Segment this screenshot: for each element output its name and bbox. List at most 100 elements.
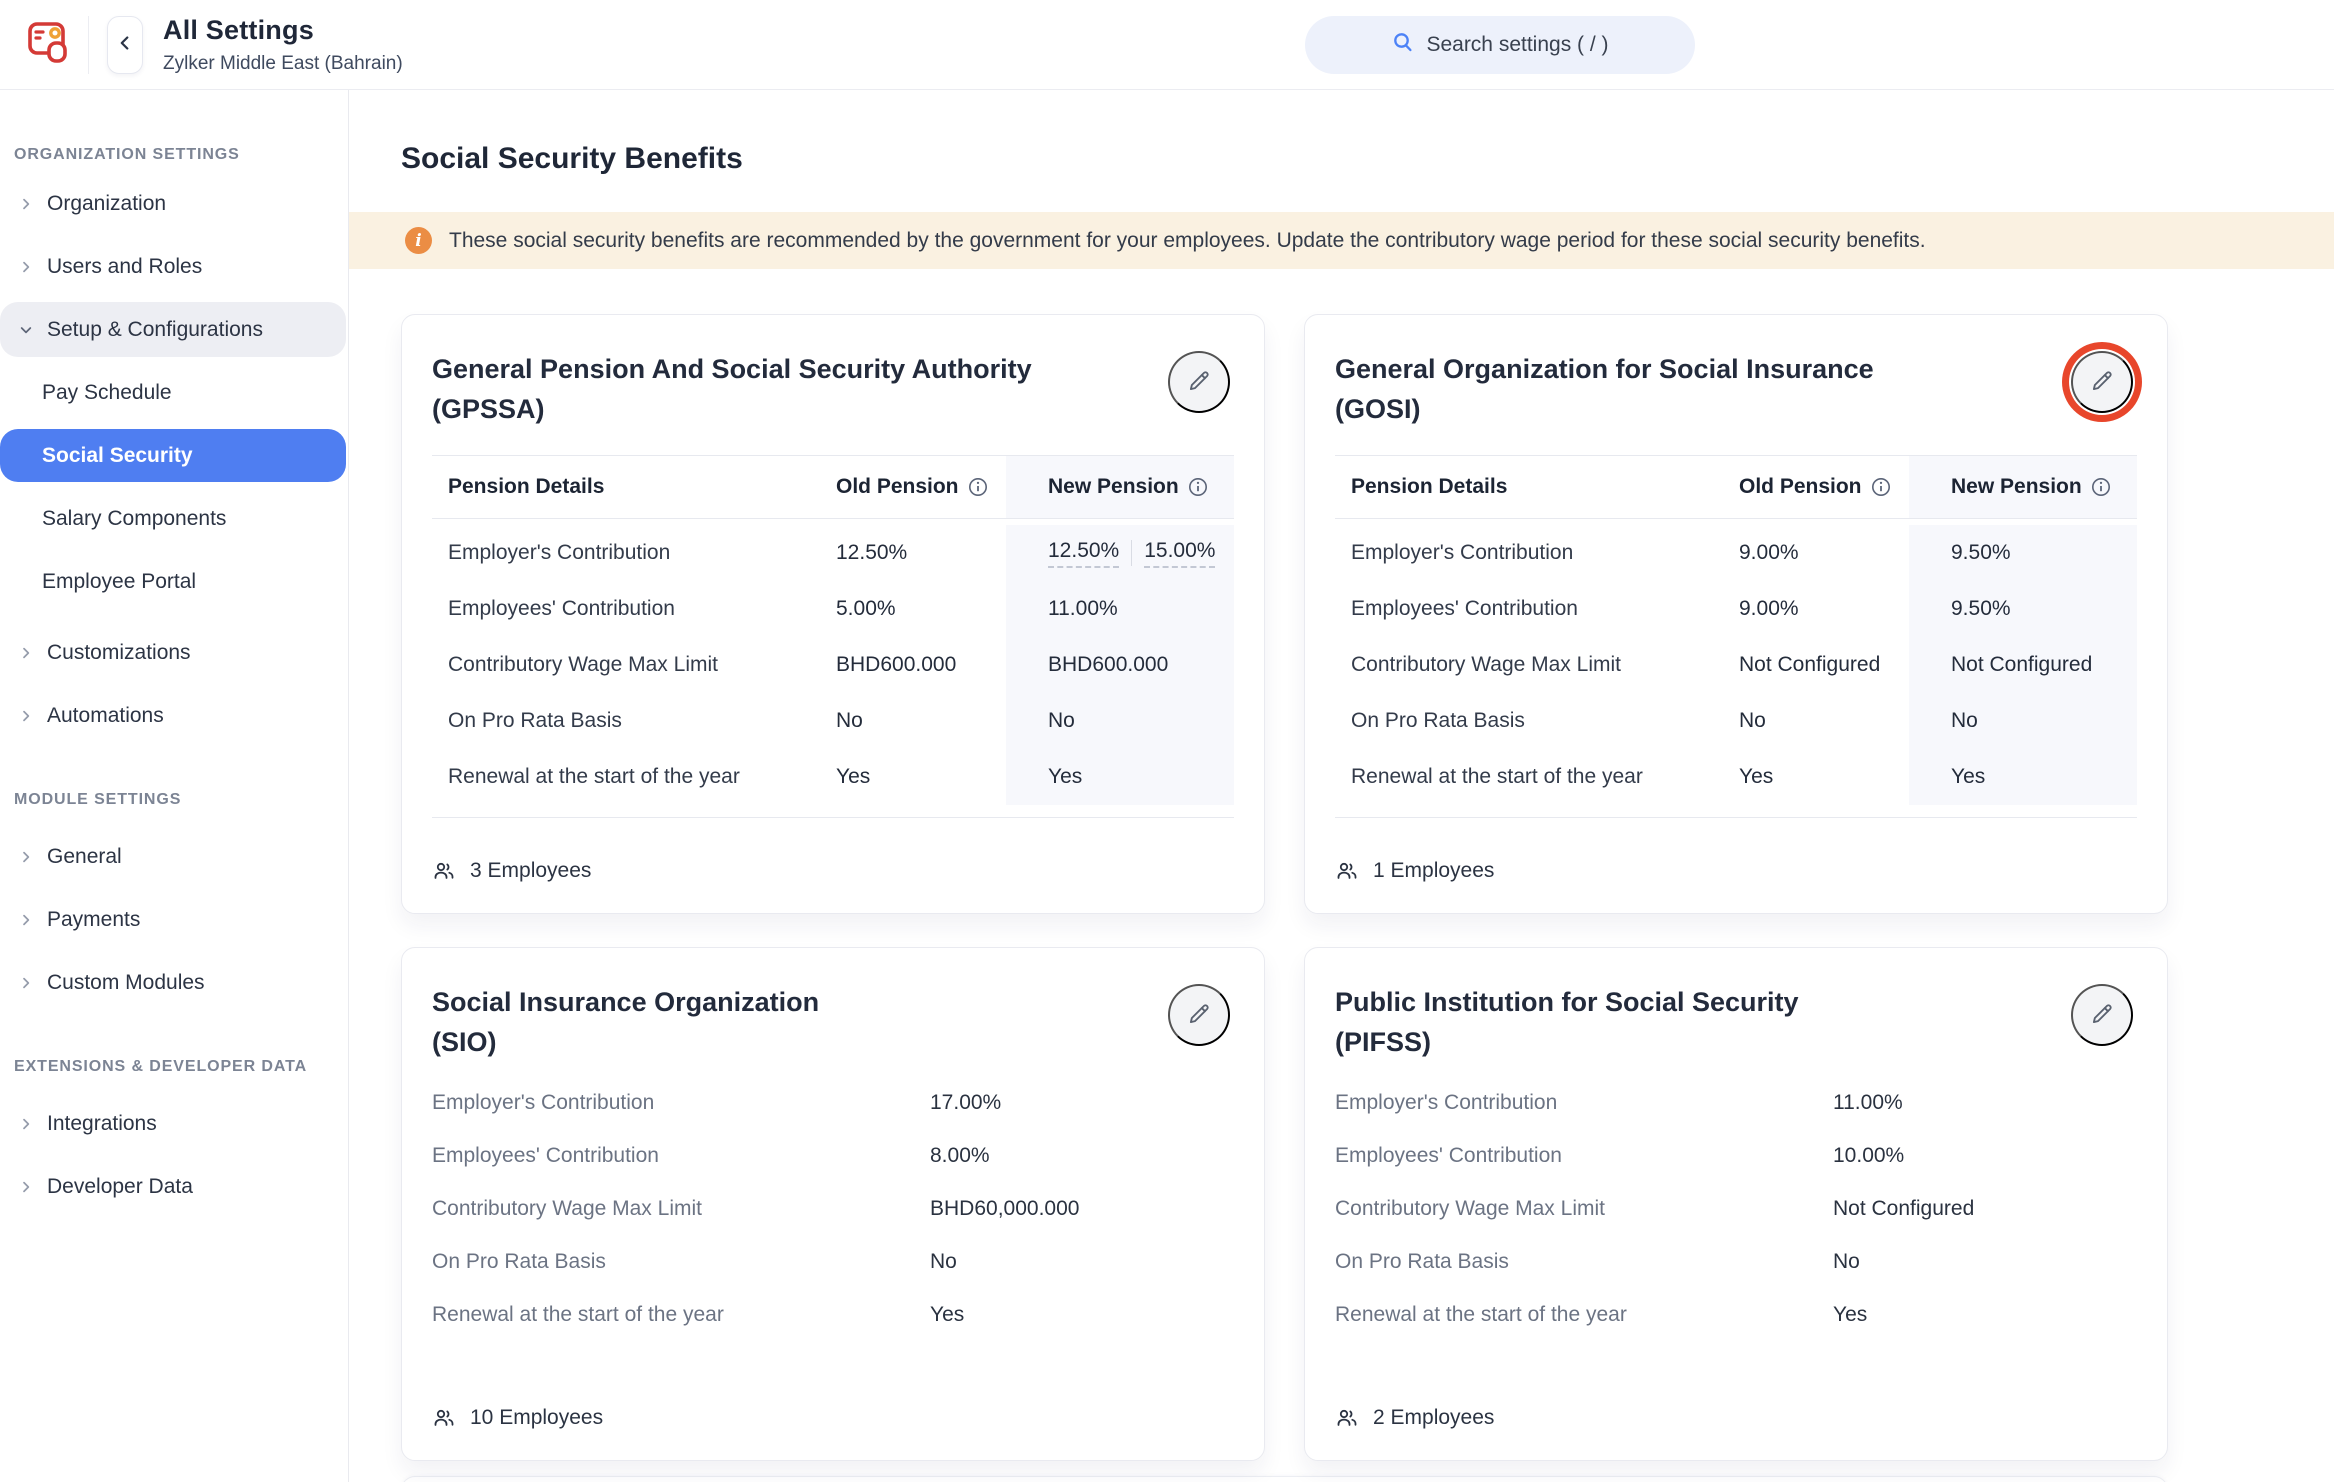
search-icon bbox=[1391, 30, 1415, 60]
list-item: Renewal at the start of the year Yes bbox=[1335, 1288, 2137, 1341]
new-pension-old-period-value[interactable]: 12.50% bbox=[1048, 539, 1119, 568]
pension-table-body: Employer's Contribution 12.50% 12.50% 15… bbox=[432, 519, 1234, 818]
old-pension-value: 5.00% bbox=[836, 581, 1006, 637]
info-circle-icon[interactable] bbox=[968, 477, 988, 497]
table-row: Employees' Contribution 9.00% 9.50% bbox=[1335, 581, 2137, 637]
search-settings-button[interactable]: Search settings ( / ) bbox=[1305, 16, 1695, 74]
people-icon bbox=[1335, 1406, 1359, 1430]
sidebar-item-developer-data[interactable]: Developer Data bbox=[0, 1155, 348, 1218]
edit-pifss-button[interactable] bbox=[2071, 984, 2133, 1046]
chevron-down-icon bbox=[18, 322, 34, 338]
row-label: Contributory Wage Max Limit bbox=[432, 1197, 930, 1221]
card-title: Social Insurance Organization (SIO) bbox=[432, 982, 1072, 1062]
sidebar-item-organization[interactable]: Organization bbox=[0, 172, 348, 235]
table-row: Contributory Wage Max Limit BHD600.000 B… bbox=[432, 637, 1234, 693]
row-label: On Pro Rata Basis bbox=[432, 693, 836, 749]
new-pension-new-period-value[interactable]: 15.00% bbox=[1144, 539, 1215, 568]
authority-abbr: (GOSI) bbox=[1335, 389, 1975, 429]
sidebar-item-integrations[interactable]: Integrations bbox=[0, 1092, 348, 1155]
old-pension-value: 9.00% bbox=[1739, 581, 1909, 637]
list-item: Contributory Wage Max Limit Not Configur… bbox=[1335, 1182, 2137, 1235]
sidebar-item-setup-configurations[interactable]: Setup & Configurations bbox=[0, 302, 346, 357]
main-content: Social Security Benefits i These social … bbox=[349, 90, 2334, 1482]
settings-sidebar: ORGANIZATION SETTINGS Organization Users… bbox=[0, 90, 349, 1482]
sidebar-item-pay-schedule[interactable]: Pay Schedule bbox=[0, 361, 348, 424]
row-label: Employees' Contribution bbox=[432, 1144, 930, 1168]
old-pension-value: Not Configured bbox=[1739, 637, 1909, 693]
info-circle-icon[interactable] bbox=[2091, 477, 2111, 497]
new-pension-value: 11.00% bbox=[1006, 581, 1234, 637]
sidebar-item-automations[interactable]: Automations bbox=[0, 684, 348, 747]
column-old-pension: Old Pension bbox=[836, 456, 1006, 518]
chevron-right-icon bbox=[18, 196, 34, 212]
row-label: Employees' Contribution bbox=[432, 581, 836, 637]
list-item: Contributory Wage Max Limit BHD60,000.00… bbox=[432, 1182, 1234, 1235]
sidebar-item-label: Payments bbox=[47, 908, 140, 932]
employee-count[interactable]: 3 Employees bbox=[470, 859, 591, 883]
row-label: Employees' Contribution bbox=[1335, 581, 1739, 637]
back-button[interactable] bbox=[107, 16, 143, 74]
edit-gpssa-button[interactable] bbox=[1168, 351, 1230, 413]
card-gosi: General Organization for Social Insuranc… bbox=[1304, 314, 2168, 914]
sidebar-item-social-security-selected[interactable]: Social Security bbox=[0, 429, 346, 482]
row-label: Renewal at the start of the year bbox=[1335, 1303, 1833, 1327]
info-circle-icon[interactable] bbox=[1188, 477, 1208, 497]
list-item: Employer's Contribution 17.00% bbox=[432, 1076, 1234, 1129]
pencil-icon bbox=[1186, 368, 1212, 397]
benefit-cards-grid: General Pension And Social Security Auth… bbox=[401, 314, 2334, 1461]
edit-gosi-button-highlighted[interactable] bbox=[2071, 351, 2133, 413]
sidebar-gap bbox=[0, 613, 348, 621]
sidebar-item-custom-modules[interactable]: Custom Modules bbox=[0, 951, 348, 1014]
table-row: Contributory Wage Max Limit Not Configur… bbox=[1335, 637, 2137, 693]
page-header-title: All Settings bbox=[163, 15, 403, 46]
payroll-app-logo[interactable] bbox=[24, 17, 74, 73]
old-pension-value: 9.00% bbox=[1739, 525, 1909, 581]
header-title-block: All Settings Zylker Middle East (Bahrain… bbox=[163, 15, 403, 75]
top-bar: All Settings Zylker Middle East (Bahrain… bbox=[0, 0, 2334, 90]
employee-count[interactable]: 1 Employees bbox=[1373, 859, 1494, 883]
row-label: Contributory Wage Max Limit bbox=[1335, 637, 1739, 693]
column-label: New Pension bbox=[1048, 475, 1179, 499]
pension-table-body: Employer's Contribution 9.00% 9.50% Empl… bbox=[1335, 519, 2137, 818]
sidebar-item-label: Custom Modules bbox=[47, 971, 205, 995]
sidebar-item-customizations[interactable]: Customizations bbox=[0, 621, 348, 684]
column-new-pension: New Pension bbox=[1909, 456, 2137, 518]
sidebar-item-payments[interactable]: Payments bbox=[0, 888, 348, 951]
pension-table-header: Pension Details Old Pension New Pension bbox=[1335, 455, 2137, 519]
chevron-right-icon bbox=[18, 645, 34, 661]
column-label: New Pension bbox=[1951, 475, 2082, 499]
column-label: Old Pension bbox=[1739, 475, 1862, 499]
edit-sio-button[interactable] bbox=[1168, 984, 1230, 1046]
sidebar-item-salary-components[interactable]: Salary Components bbox=[0, 487, 348, 550]
card-title: General Organization for Social Insuranc… bbox=[1335, 349, 1975, 429]
employee-count[interactable]: 10 Employees bbox=[470, 1406, 603, 1430]
row-value: Not Configured bbox=[1833, 1197, 2137, 1221]
benefit-details-list: Employer's Contribution 17.00% Employees… bbox=[432, 1076, 1234, 1341]
list-item: On Pro Rata Basis No bbox=[432, 1235, 1234, 1288]
column-old-pension: Old Pension bbox=[1739, 456, 1909, 518]
list-item: Renewal at the start of the year Yes bbox=[432, 1288, 1234, 1341]
row-value: Yes bbox=[1833, 1303, 2137, 1327]
old-pension-value: Yes bbox=[1739, 749, 1909, 805]
sidebar-item-label: Employee Portal bbox=[42, 570, 196, 594]
page-title: Social Security Benefits bbox=[401, 142, 2334, 176]
new-pension-value: Not Configured bbox=[1909, 637, 2137, 693]
sidebar-item-employee-portal[interactable]: Employee Portal bbox=[0, 550, 348, 613]
row-label: Contributory Wage Max Limit bbox=[432, 637, 836, 693]
chevron-right-icon bbox=[18, 912, 34, 928]
row-value: Yes bbox=[930, 1303, 1234, 1327]
row-label: Employer's Contribution bbox=[432, 1091, 930, 1115]
payslip-logo-icon bbox=[26, 16, 72, 73]
sidebar-item-label: Customizations bbox=[47, 641, 191, 665]
employee-count[interactable]: 2 Employees bbox=[1373, 1406, 1494, 1430]
authority-name: Public Institution for Social Security bbox=[1335, 982, 1975, 1022]
sidebar-item-general[interactable]: General bbox=[0, 825, 348, 888]
sidebar-item-users-and-roles[interactable]: Users and Roles bbox=[0, 235, 348, 298]
row-value: 17.00% bbox=[930, 1091, 1234, 1115]
chevron-right-icon bbox=[18, 849, 34, 865]
sidebar-item-label: Automations bbox=[47, 704, 164, 728]
new-pension-value: BHD600.000 bbox=[1006, 637, 1234, 693]
new-pension-value: Yes bbox=[1909, 749, 2137, 805]
old-pension-value: BHD600.000 bbox=[836, 637, 1006, 693]
info-circle-icon[interactable] bbox=[1871, 477, 1891, 497]
